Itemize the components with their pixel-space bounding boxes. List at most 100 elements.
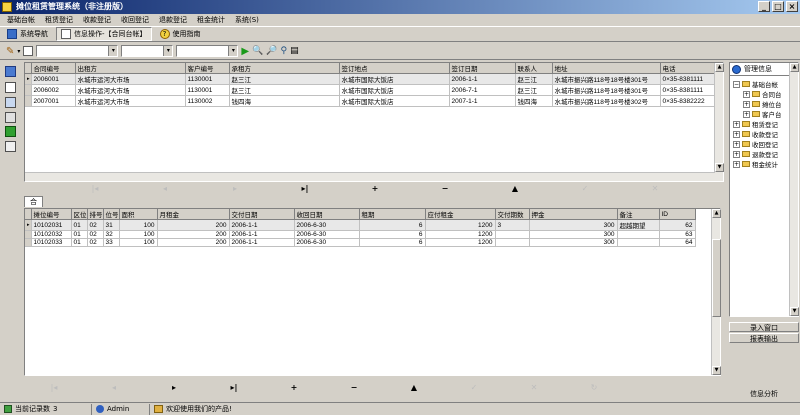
menu-payment-register[interactable]: 收款登记 xyxy=(78,14,116,26)
contract-grid-vscroll[interactable]: ▲ ▼ xyxy=(714,63,724,181)
table-cell[interactable]: 100 xyxy=(119,219,158,231)
table-cell[interactable]: 62 xyxy=(659,219,696,231)
table-row[interactable]: ▸ 10102031 01 02 31 100 200 2006-1-1 2006-6-30 6 1… xyxy=(25,219,696,231)
nav-last-button[interactable]: ▸| xyxy=(270,184,340,194)
tree-node-payment[interactable]: + 收款登记 xyxy=(733,129,778,139)
table-cell[interactable]: 200 xyxy=(157,219,230,231)
column-header[interactable]: 合同编号 xyxy=(31,63,76,74)
menu-lease-register[interactable]: 租赁登记 xyxy=(40,14,78,26)
column-header[interactable]: 交付期数 xyxy=(495,209,530,220)
scroll-down-arrow[interactable]: ▼ xyxy=(715,163,724,172)
table-cell[interactable]: 超越期望 xyxy=(617,219,660,231)
report-output-button[interactable]: 报表输出 xyxy=(729,333,799,343)
table-cell[interactable]: 6 xyxy=(359,230,426,239)
column-header[interactable]: 押金 xyxy=(529,209,618,220)
table-cell[interactable]: 水城市国际大饭店 xyxy=(339,95,450,107)
nav-delete-button[interactable]: − xyxy=(410,184,480,194)
column-header[interactable]: 位号 xyxy=(103,209,120,220)
nav-first-button[interactable]: |◂ xyxy=(24,383,84,393)
table-cell[interactable]: 2006001 xyxy=(31,73,76,85)
table-cell[interactable]: 2006-7-1 xyxy=(449,84,516,96)
table-cell[interactable]: 1130001 xyxy=(185,73,230,85)
filter-field-combo[interactable]: ▾ xyxy=(36,45,119,57)
table-cell[interactable]: 2006-6-30 xyxy=(294,219,360,231)
table-cell[interactable]: 200 xyxy=(157,238,230,247)
list-icon[interactable] xyxy=(5,82,16,93)
table-cell[interactable]: 2006002 xyxy=(31,84,76,96)
scroll-down-arrow[interactable]: ▼ xyxy=(790,307,799,316)
info-operation-button[interactable]: 信息操作-【合同台帐】 xyxy=(56,27,152,41)
table-cell[interactable]: 02 xyxy=(87,230,104,239)
column-header[interactable]: 排号 xyxy=(87,209,104,220)
table-cell[interactable]: 1200 xyxy=(425,219,496,231)
nav-prior-button[interactable]: ◂ xyxy=(84,383,144,393)
help-guide-button[interactable]: ? 使用指南 xyxy=(156,27,205,41)
table-cell[interactable]: 100 xyxy=(119,238,158,247)
table-cell[interactable]: 赵三江 xyxy=(229,84,340,96)
column-header[interactable]: 月租金 xyxy=(157,209,230,220)
column-header[interactable]: 收回日期 xyxy=(294,209,360,220)
table-cell[interactable]: 2006-1-1 xyxy=(229,230,295,239)
table-row[interactable]: 2006002 水城市运河大市场 1130001 赵三江 水城市国际大饭店 2006-7-… xyxy=(25,84,716,96)
table-cell[interactable]: 0×35-8382222 xyxy=(660,95,716,107)
nav-next-button[interactable]: ▸ xyxy=(200,184,270,194)
table-cell[interactable]: 水城市运河大市场 xyxy=(75,73,186,85)
column-header[interactable]: 联系人 xyxy=(515,63,553,74)
dropdown-arrow-icon[interactable]: ▾ xyxy=(17,48,20,55)
filter-icon[interactable]: ⚲ xyxy=(281,46,288,56)
table-cell[interactable]: 31 xyxy=(103,219,120,231)
table-cell[interactable]: 300 xyxy=(529,238,618,247)
table-cell[interactable]: 100 xyxy=(119,230,158,239)
tree-vscroll[interactable]: ▲ ▼ xyxy=(789,63,799,316)
tab-contract-detail[interactable]: 合同从表 xyxy=(24,196,43,236)
table-cell[interactable]: 水城市振兴路118号18号楼301号 xyxy=(552,84,661,96)
table-cell[interactable]: 02 xyxy=(87,219,104,231)
table-row[interactable]: 10102033 01 02 33 100 200 2006-1-1 2006-6-30 6 12… xyxy=(25,238,696,247)
table-cell[interactable]: 10102033 xyxy=(31,238,72,247)
table-cell[interactable]: 2007001 xyxy=(31,95,76,107)
table-cell[interactable]: 6 xyxy=(359,219,426,231)
table-row[interactable]: 10102032 01 02 32 100 200 2006-1-1 2006-6-30 6 12… xyxy=(25,230,696,239)
table-cell[interactable]: 300 xyxy=(529,219,618,231)
table-cell[interactable] xyxy=(495,230,530,239)
nav-edit-button[interactable]: ▲ xyxy=(480,184,550,194)
contract-grid-hscroll[interactable] xyxy=(25,172,715,181)
minimize-button[interactable]: _ xyxy=(758,1,770,12)
table-cell[interactable]: 0×35-8381111 xyxy=(660,84,716,96)
menu-rent-statistics[interactable]: 租金统计 xyxy=(192,14,230,26)
table-cell[interactable]: 水城市运河大市场 xyxy=(75,95,186,107)
table-row[interactable]: ▸ 2006001 水城市运河大市场 1130001 赵三江 水城市国际大饭店 2006-1… xyxy=(25,73,716,85)
table-cell[interactable]: 1130002 xyxy=(185,95,230,107)
table-cell[interactable]: 1130001 xyxy=(185,84,230,96)
column-header[interactable]: ID xyxy=(659,209,696,220)
table-cell[interactable]: 2006-1-1 xyxy=(229,238,295,247)
nav-insert-button[interactable]: + xyxy=(264,383,324,393)
column-header[interactable]: 承租方 xyxy=(229,63,340,74)
table-cell[interactable]: 钱四海 xyxy=(515,95,553,107)
tree-node-recover[interactable]: + 收回登记 xyxy=(733,139,778,149)
table-cell[interactable]: 水城市运河大市场 xyxy=(75,84,186,96)
table-cell[interactable]: 赵三江 xyxy=(515,73,553,85)
table-cell[interactable]: 3 xyxy=(495,219,530,231)
table-cell[interactable]: 63 xyxy=(659,230,696,239)
table-cell[interactable]: 2006-1-1 xyxy=(449,73,516,85)
table-cell[interactable]: 01 xyxy=(71,238,88,247)
scroll-down-arrow[interactable]: ▼ xyxy=(712,366,721,375)
scroll-thumb[interactable] xyxy=(712,239,721,317)
column-header[interactable]: 客户编号 xyxy=(185,63,230,74)
column-header[interactable]: 交付日期 xyxy=(229,209,295,220)
maximize-button[interactable]: □ xyxy=(772,1,784,12)
nav-last-button[interactable]: ▸| xyxy=(204,383,264,393)
table-cell[interactable]: 32 xyxy=(103,230,120,239)
scroll-up-arrow[interactable]: ▲ xyxy=(715,63,724,72)
scroll-up-arrow[interactable]: ▲ xyxy=(712,209,721,218)
menu-system[interactable]: 系统(S) xyxy=(230,14,264,26)
menu-refund-register[interactable]: 退款登记 xyxy=(154,14,192,26)
tree-node-refund[interactable]: + 退款登记 xyxy=(733,149,778,159)
nav-refresh-button[interactable]: ↻ xyxy=(564,383,624,393)
column-header[interactable]: 面积 xyxy=(119,209,158,220)
column-header[interactable]: 区位 xyxy=(71,209,88,220)
nav-post-button[interactable]: ✓ xyxy=(444,383,504,393)
filter-value-combo[interactable]: ▾ xyxy=(176,45,239,57)
table-cell[interactable]: 0×35-8381111 xyxy=(660,73,716,85)
